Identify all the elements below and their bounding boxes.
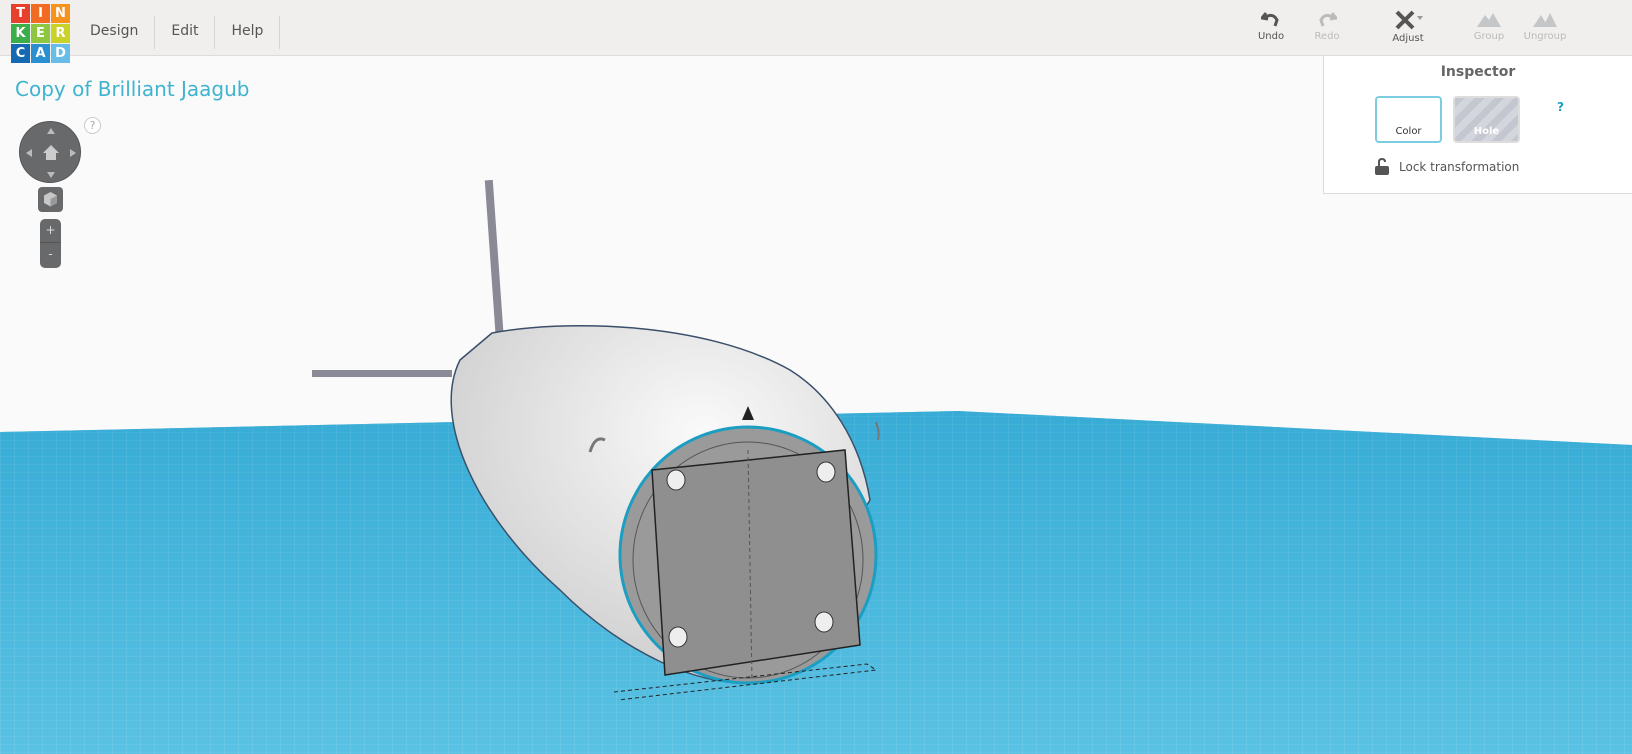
group-button[interactable]: Group — [1459, 10, 1519, 42]
logo-letter: K — [11, 24, 30, 43]
logo-letter: I — [31, 4, 50, 23]
menu-edit[interactable]: Edit — [155, 16, 216, 49]
ungroup-icon — [1533, 13, 1557, 27]
ungroup-button[interactable]: Ungroup — [1515, 10, 1575, 42]
cube-icon — [44, 192, 57, 207]
undo-icon — [1261, 12, 1279, 27]
logo-letter: T — [11, 4, 30, 23]
design-title[interactable]: Copy of Brilliant Jaagub — [15, 77, 250, 101]
unlock-icon — [1375, 158, 1389, 175]
inspector-panel: Inspector Color Hole ? Lock transformati… — [1323, 56, 1632, 194]
fin-top — [484, 179, 504, 336]
lock-label: Lock transformation — [1399, 159, 1520, 174]
logo-letter: A — [31, 44, 50, 63]
zoom-control: + - — [40, 219, 61, 268]
undo-label: Undo — [1257, 31, 1285, 42]
top-toolbar: T I N K E R C A D Design Edit Help Undo … — [0, 0, 1632, 63]
adjust-icon — [1395, 10, 1423, 30]
color-label: Color — [1395, 126, 1422, 137]
ungroup-label: Ungroup — [1523, 31, 1567, 42]
logo-letter: C — [11, 44, 30, 63]
redo-label: Redo — [1314, 31, 1340, 42]
color-swatch-button[interactable]: Color — [1375, 96, 1442, 143]
fin-left — [312, 370, 452, 377]
zoom-in-button[interactable]: + — [40, 219, 61, 243]
menu-design[interactable]: Design — [74, 16, 156, 49]
view-help-button[interactable]: ? — [84, 117, 101, 134]
adjust-button[interactable]: Adjust — [1378, 10, 1438, 44]
hole-label: Hole — [1473, 126, 1500, 137]
redo-button[interactable]: Redo — [1297, 10, 1357, 42]
view-cube-button[interactable] — [38, 187, 63, 212]
logo-letter: D — [51, 44, 70, 63]
inspector-help-button[interactable]: ? — [1557, 100, 1564, 114]
hole-swatch-button[interactable]: Hole — [1453, 96, 1520, 143]
inspector-title: Inspector — [1440, 64, 1516, 80]
redo-icon — [1319, 12, 1337, 27]
adjust-label: Adjust — [1392, 33, 1424, 44]
group-icon — [1477, 13, 1501, 27]
view-orbit-control[interactable] — [19, 121, 81, 183]
logo-letter: N — [51, 4, 70, 23]
logo-letter: R — [51, 24, 70, 43]
tinkercad-logo[interactable]: T I N K E R C A D — [11, 4, 70, 63]
group-label: Group — [1473, 31, 1505, 42]
home-view-icon — [26, 128, 76, 178]
zoom-out-button[interactable]: - — [40, 243, 61, 267]
logo-letter: E — [31, 24, 50, 43]
lock-transformation-toggle[interactable]: Lock transformation — [1375, 158, 1519, 175]
menu-help[interactable]: Help — [215, 16, 281, 49]
undo-button[interactable]: Undo — [1241, 10, 1301, 42]
